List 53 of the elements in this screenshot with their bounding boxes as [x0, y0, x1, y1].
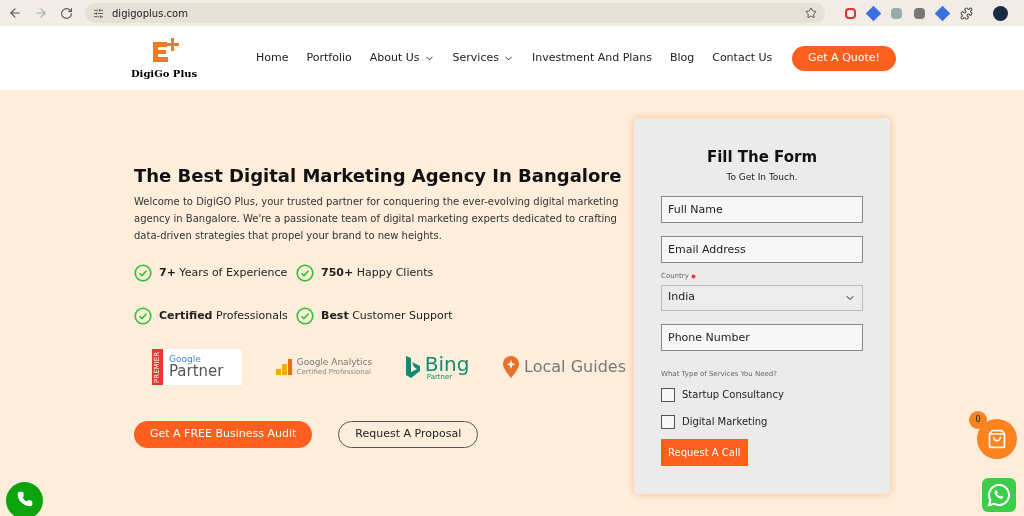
whatsapp-button[interactable] — [982, 478, 1016, 512]
shopping-bag-icon — [987, 429, 1007, 449]
feature-text: 7+ Years of Experience — [159, 264, 288, 281]
address-bar[interactable]: digigoplus.com — [85, 3, 825, 23]
bar-chart-icon — [274, 358, 293, 376]
badge-label: Partner — [169, 364, 224, 379]
bookmark-star-icon[interactable] — [805, 7, 817, 19]
checkbox[interactable] — [661, 387, 675, 402]
feature-text: Certified Professionals — [159, 307, 288, 324]
phone-icon — [16, 491, 33, 507]
nav-link[interactable]: Home — [256, 49, 289, 67]
nav-link[interactable]: Contact Us — [712, 49, 773, 67]
phone-call-button[interactable] — [6, 482, 43, 516]
extensions-puzzle-icon[interactable] — [960, 6, 973, 20]
check-circle-icon — [296, 264, 314, 282]
feature-text: Best Customer Support — [321, 307, 453, 324]
url-text: digigoplus.com — [112, 6, 188, 21]
extension-icon[interactable] — [891, 7, 902, 19]
badge-brand: Google Analytics — [296, 358, 373, 367]
check-circle-icon — [134, 307, 152, 325]
check-circle-icon — [296, 307, 314, 325]
nav-link[interactable]: Portfolio — [306, 49, 352, 67]
cart-count-badge: 0 — [969, 411, 987, 429]
map-pin-icon — [502, 355, 521, 379]
nav-link[interactable]: Services — [452, 49, 514, 67]
checkbox-label: Startup Consultancy — [682, 388, 784, 402]
form-subtitle: To Get In Touch. — [725, 170, 799, 184]
badge-brand: Local Guides — [524, 356, 626, 378]
hero-description: Welcome to DigiGO Plus, your trusted partner for conquering the ever-evolving digital marketing agency in Bangalore. We're a passionate team of digital marketing experts dedicated to crafting data-driven strategies that propel your brand to new heights. — [134, 195, 620, 243]
extension-icon[interactable] — [914, 7, 925, 19]
input-field[interactable]: Full Name — [661, 196, 863, 223]
logo-text: DigiGo Plus — [130, 66, 198, 81]
nav-link[interactable]: Blog — [669, 49, 695, 67]
nav-link[interactable]: About Us — [369, 49, 435, 67]
extension-icon[interactable] — [845, 7, 856, 19]
profile-avatar[interactable] — [993, 5, 1008, 21]
whatsapp-icon — [987, 483, 1011, 507]
bing-logo-icon — [404, 355, 421, 379]
badge-brand: Bing — [424, 353, 470, 374]
badge-brand: Google — [169, 355, 201, 364]
form-title: Fill The Form — [705, 147, 819, 168]
reload-icon[interactable] — [60, 6, 73, 20]
nav-link[interactable]: Investment And Plans — [531, 49, 652, 67]
hero-title: The Best Digital Marketing Agency In Bangalore — [134, 164, 623, 188]
input-field[interactable]: Phone Number — [661, 323, 863, 351]
input-field[interactable]: Email Address — [661, 236, 863, 263]
checkbox-label: Digital Marketing — [682, 415, 768, 429]
feature-text: 750+ Happy Clients — [321, 264, 434, 281]
country-select[interactable]: India — [661, 284, 863, 311]
back-icon[interactable] — [8, 6, 22, 20]
checkbox[interactable] — [661, 414, 675, 429]
check-circle-icon — [134, 264, 152, 282]
site-info-icon[interactable] — [93, 7, 104, 19]
